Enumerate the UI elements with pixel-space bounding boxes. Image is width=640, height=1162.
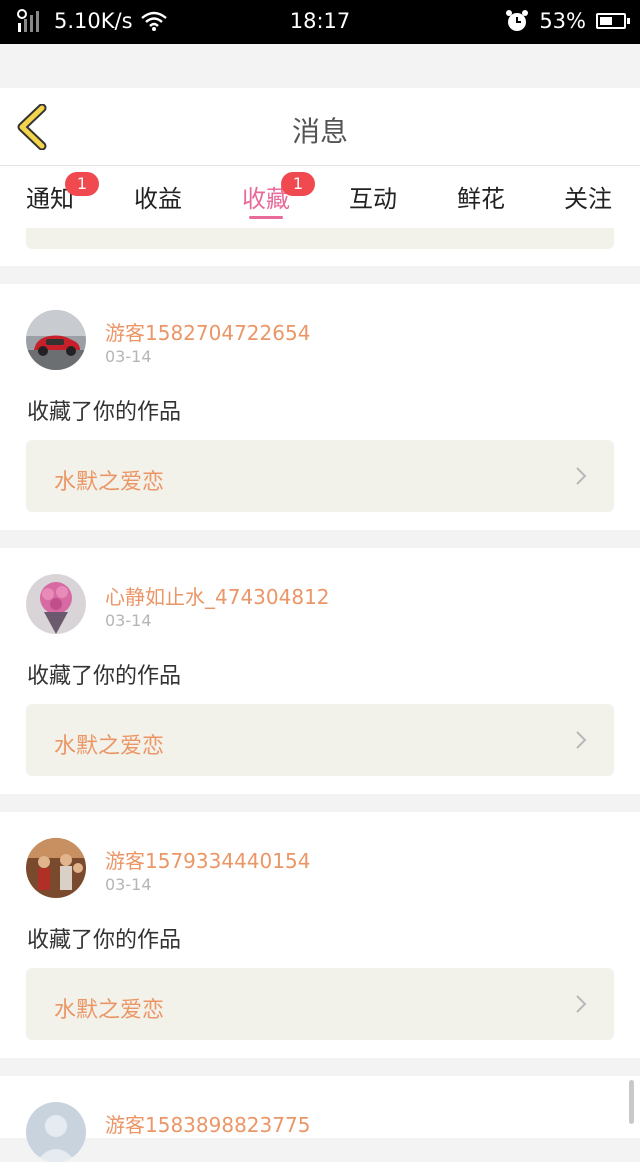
username[interactable]: 游客1579334440154 <box>105 845 310 874</box>
default-avatar-icon <box>26 1102 86 1162</box>
action-text: 收藏了你的作品 <box>27 664 182 689</box>
avatar[interactable] <box>26 1102 86 1162</box>
tab-flowers[interactable]: 鲜花 <box>436 179 526 214</box>
work-link-box[interactable] <box>26 228 614 249</box>
work-title: 水默之爱恋 <box>54 734 165 759</box>
active-tab-indicator <box>249 216 283 219</box>
tab-earnings[interactable]: 收益 <box>113 179 203 214</box>
message-date: 03-14 <box>105 347 152 366</box>
work-title: 水默之爱恋 <box>54 998 165 1023</box>
red-car-avatar-icon <box>26 310 86 370</box>
list-item: 游客1579334440154 03-14 收藏了你的作品 水默之爱恋 <box>0 812 640 1058</box>
scrollbar[interactable] <box>629 1080 634 1124</box>
tab-notifications[interactable]: 通知 1 <box>5 172 99 214</box>
avatar[interactable] <box>26 310 86 370</box>
battery-percent: 53% <box>539 9 586 33</box>
page-title: 消息 <box>291 115 348 148</box>
action-text: 收藏了你的作品 <box>27 928 182 953</box>
work-link[interactable]: 水默之爱恋 <box>26 968 614 1040</box>
username[interactable]: 游客1583898823775 <box>105 1109 310 1138</box>
username[interactable]: 游客1582704722654 <box>105 317 310 346</box>
nav-header: 消息 <box>0 88 640 166</box>
list-item: 心静如止水_474304812 03-14 收藏了你的作品 水默之爱恋 <box>0 548 640 794</box>
battery-icon <box>596 13 630 29</box>
chevron-right-icon <box>576 731 587 749</box>
list-item <box>0 228 640 266</box>
tab-label: 关注 <box>564 185 612 213</box>
avatar[interactable] <box>26 838 86 898</box>
username[interactable]: 心静如止水_474304812 <box>105 581 330 610</box>
message-date: 03-14 <box>105 611 152 630</box>
unread-badge: 1 <box>281 172 315 196</box>
avatar[interactable] <box>26 574 86 634</box>
tab-label: 鲜花 <box>457 185 505 213</box>
work-link[interactable]: 水默之爱恋 <box>26 440 614 512</box>
tab-favorites[interactable]: 收藏 1 <box>221 172 315 219</box>
tab-bar: 通知 1 收益 收藏 1 互动 鲜花 关注 <box>0 166 640 228</box>
work-title: 水默之爱恋 <box>54 470 165 495</box>
tab-follows[interactable]: 关注 <box>543 179 633 214</box>
tab-label: 互动 <box>349 185 397 213</box>
tab-label: 收益 <box>134 185 182 213</box>
people-avatar-icon <box>26 838 86 898</box>
flowers-avatar-icon <box>26 574 86 634</box>
work-link[interactable]: 水默之爱恋 <box>26 704 614 776</box>
status-bar: 5.10K/s 18:17 53% <box>0 0 640 44</box>
chevron-right-icon <box>576 995 587 1013</box>
list-item: 游客1582704722654 03-14 收藏了你的作品 水默之爱恋 <box>0 284 640 530</box>
alarm-icon <box>506 10 529 31</box>
list-item: 游客1583898823775 <box>0 1076 640 1162</box>
chevron-right-icon <box>576 467 587 485</box>
tab-interactions[interactable]: 互动 <box>328 179 418 214</box>
action-text: 收藏了你的作品 <box>27 400 182 425</box>
unread-badge: 1 <box>65 172 99 196</box>
message-date: 03-14 <box>105 875 152 894</box>
